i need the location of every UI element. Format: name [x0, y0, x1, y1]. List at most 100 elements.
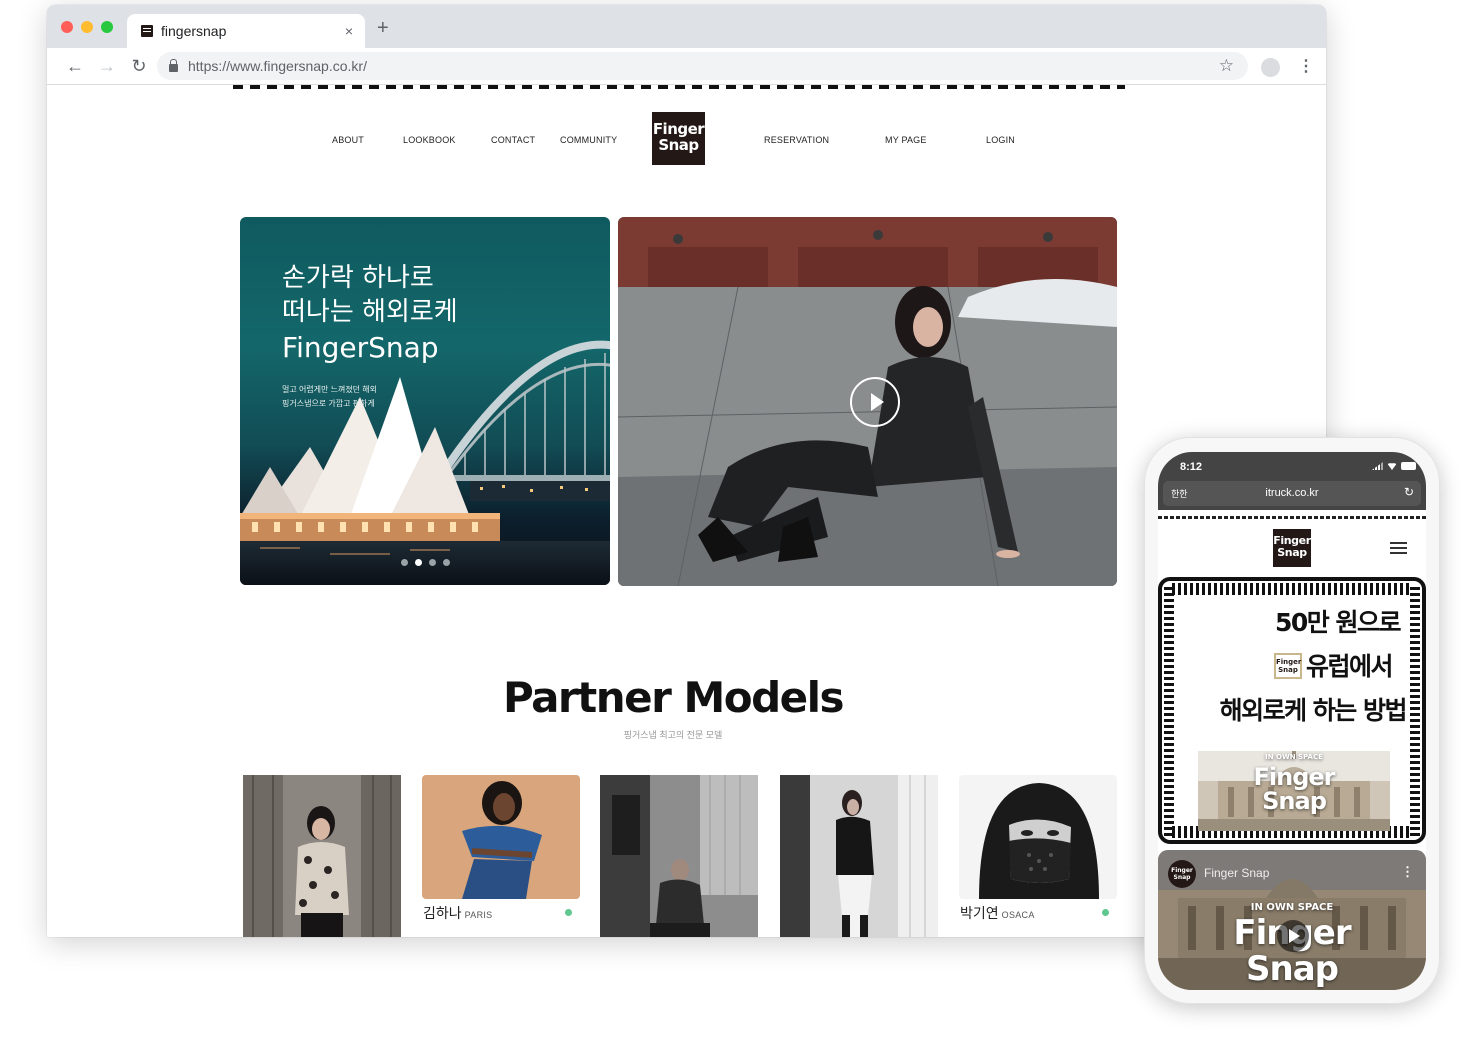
profile-avatar-icon[interactable]	[1261, 58, 1280, 77]
model-caption: 박기연 OSACA	[960, 903, 1035, 923]
nav-reservation[interactable]: RESERVATION	[764, 135, 829, 145]
slider-dot-3[interactable]	[429, 559, 436, 566]
phone-reload-icon[interactable]: ↻	[1404, 485, 1414, 499]
vatican-kicker: IN OWN SPACE	[1265, 753, 1323, 761]
mini-logo-line-1: Finger	[1276, 658, 1302, 666]
channel-avatar[interactable]: Finger Snap	[1168, 860, 1196, 888]
phone-status-bar: 8:12 한한 itruck.co.kr ↻	[1158, 452, 1426, 510]
browser-menu-icon[interactable]: ⋮	[1298, 56, 1314, 76]
slider-dot-2[interactable]	[415, 559, 422, 566]
channel-avatar-line-2: Snap	[1173, 874, 1191, 881]
signal-icon	[1372, 462, 1383, 470]
close-window-button[interactable]	[61, 21, 73, 33]
favicon-icon	[141, 25, 153, 37]
video-title[interactable]: Finger Snap	[1204, 866, 1269, 880]
model-card[interactable]	[780, 775, 938, 937]
hero-subtext-1: 멀고 어렵게만 느껴졌던 해외	[282, 385, 377, 394]
slider-pagination	[401, 559, 450, 566]
phone-status-icons	[1372, 462, 1416, 470]
top-dashed-border	[233, 85, 1125, 89]
model-photo	[780, 775, 938, 937]
battery-icon	[1401, 462, 1416, 470]
phone-video-play-icon[interactable]	[1277, 920, 1309, 952]
tab-bar: fingersnap × +	[47, 5, 1326, 48]
browser-window: fingersnap × + ← → ↻ https://www.fingers…	[47, 5, 1326, 937]
model-city: PARIS	[464, 910, 493, 920]
video-brand-2: Snap	[1246, 949, 1339, 989]
ticket-edge-right	[1410, 587, 1420, 837]
browser-toolbar: ← → ↻ https://www.fingersnap.co.kr/ ☆ ⋮	[47, 48, 1326, 85]
site-logo[interactable]: Finger Snap	[652, 112, 705, 165]
hero-subtext-2: 핑거스냅으로 가깝고 편하게	[282, 399, 375, 408]
nav-about[interactable]: ABOUT	[332, 135, 364, 145]
window-controls	[61, 21, 113, 33]
address-bar[interactable]: https://www.fingersnap.co.kr/ ☆	[157, 52, 1248, 80]
nav-community[interactable]: COMMUNITY	[560, 135, 617, 145]
channel-avatar-line-1: Finger	[1171, 867, 1193, 874]
online-status-dot	[565, 909, 572, 916]
wifi-icon	[1387, 463, 1397, 470]
model-card[interactable]	[600, 775, 758, 937]
nav-login[interactable]: LOGIN	[986, 135, 1015, 145]
model-caption: 김하나 PARIS	[423, 903, 492, 923]
forward-arrow-icon[interactable]: →	[91, 56, 123, 77]
vatican-image: IN OWN SPACE Finger Snap	[1198, 751, 1390, 831]
logo-line-1: Finger	[652, 120, 705, 138]
partner-models-subtitle: 핑거스냅 최고의 전문 모델	[623, 730, 723, 740]
hero-slider[interactable]: 손가락 하나로 떠나는 해외로케 FingerSnap 멀고 어렵게만 느껴졌던…	[240, 217, 610, 585]
phone-logo-line-2: Snap	[1277, 546, 1307, 559]
hero-headline-1: 손가락 하나로	[282, 263, 434, 293]
phone-address-bar[interactable]: 한한 itruck.co.kr ↻	[1163, 481, 1421, 506]
banner-line-2: 유럽에서	[1305, 652, 1394, 681]
video-play-icon[interactable]	[850, 377, 900, 427]
nav-my-page[interactable]: MY PAGE	[885, 135, 927, 145]
phone-mockup: 8:12 한한 itruck.co.kr ↻ Finger Snap 50만 원…	[1144, 437, 1440, 1004]
video-more-icon[interactable]: ⋮	[1401, 864, 1414, 880]
banner-line-1: 50만 원으로	[1275, 608, 1402, 637]
banner-line-3: 해외로케 하는 방법	[1219, 696, 1408, 725]
model-card[interactable]: 박기연 OSACA	[959, 775, 1117, 937]
phone-url[interactable]: itruck.co.kr	[1163, 487, 1421, 499]
phone-video-embed[interactable]: Finger Snap Finger Snap ⋮ IN OWN SPACE F…	[1158, 850, 1426, 990]
ticket-edge-top	[1172, 583, 1412, 595]
slider-dot-4[interactable]	[443, 559, 450, 566]
tab-title: fingersnap	[161, 23, 227, 39]
model-photo	[600, 775, 758, 937]
mini-logo-line-2: Snap	[1278, 666, 1298, 674]
model-card[interactable]: 김하나 PARIS	[422, 775, 580, 937]
phone-promo-banner[interactable]: 50만 원으로 Finger Snap 유럽에서 해외로케 하는 방법 IN O…	[1158, 577, 1426, 844]
model-name: 박기연	[960, 906, 999, 922]
partner-models-title: Partner Models	[502, 673, 845, 722]
slider-dot-1[interactable]	[401, 559, 408, 566]
hamburger-menu-icon[interactable]	[1390, 542, 1407, 554]
mockup-stage: fingersnap × + ← → ↻ https://www.fingers…	[0, 0, 1476, 1041]
logo-line-2: Snap	[658, 136, 699, 154]
phone-time: 8:12	[1180, 461, 1203, 473]
hero-video[interactable]	[618, 217, 1117, 586]
minimize-window-button[interactable]	[81, 21, 93, 33]
maximize-window-button[interactable]	[101, 21, 113, 33]
model-photo	[959, 775, 1117, 899]
browser-tab[interactable]: fingersnap ×	[127, 14, 365, 48]
model-city: OSACA	[1001, 910, 1035, 920]
phone-site-logo[interactable]: Finger Snap	[1273, 529, 1311, 567]
phone-dashed-border	[1158, 516, 1426, 519]
nav-lookbook[interactable]: LOOKBOOK	[403, 135, 456, 145]
video-kicker: IN OWN SPACE	[1250, 902, 1334, 913]
model-photo	[422, 775, 580, 899]
vatican-brand-2: Snap	[1262, 787, 1327, 815]
nav-contact[interactable]: CONTACT	[491, 135, 535, 145]
new-tab-button[interactable]: +	[377, 18, 389, 38]
model-card[interactable]	[243, 775, 401, 937]
hero-brand: FingerSnap	[282, 331, 439, 364]
website-page: ABOUT LOOKBOOK CONTACT COMMUNITY Finger …	[47, 85, 1326, 937]
lock-icon	[169, 58, 178, 72]
model-photo	[243, 775, 401, 937]
reload-icon[interactable]: ↻	[123, 56, 155, 77]
back-arrow-icon[interactable]: ←	[59, 56, 91, 77]
tab-close-icon[interactable]: ×	[345, 23, 353, 39]
url-text[interactable]: https://www.fingersnap.co.kr/	[188, 58, 1219, 74]
vatican-brand-1: Finger	[1253, 763, 1336, 791]
model-name: 김하나	[423, 906, 462, 922]
bookmark-star-icon[interactable]: ☆	[1219, 56, 1234, 76]
